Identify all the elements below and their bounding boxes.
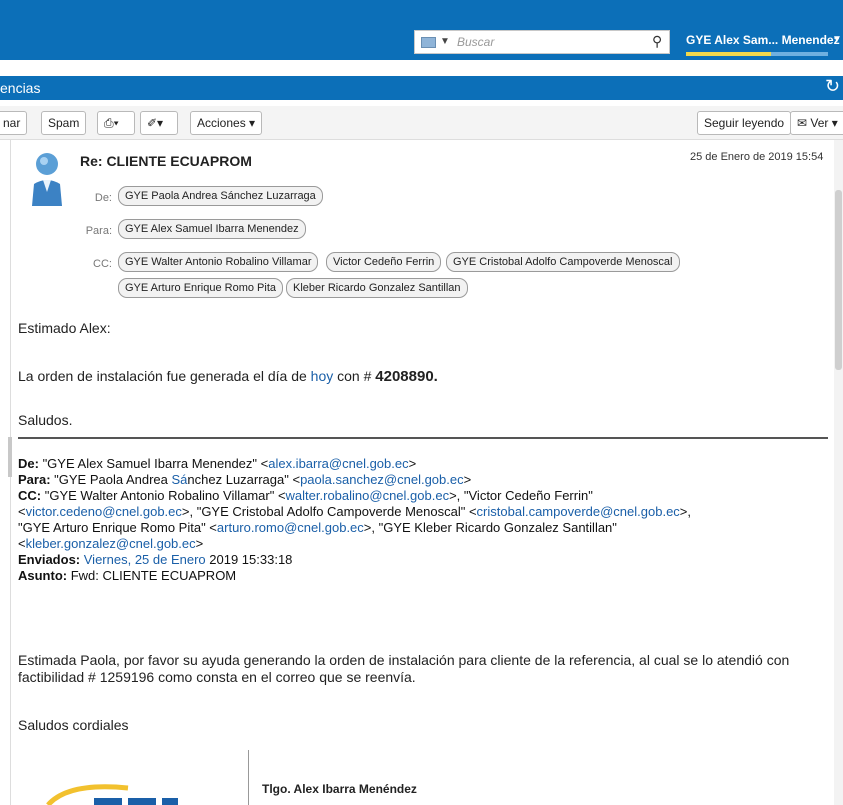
fwd-text: >	[195, 536, 204, 551]
tag-button[interactable]: ✐▾	[140, 111, 178, 135]
forwarded-closing: Saludos cordiales	[18, 717, 129, 733]
fwd-to-name: nchez Luzarraga" <	[187, 472, 301, 487]
print-button[interactable]: ⎙▾	[97, 111, 135, 135]
signature-name: Tlgo. Alex Ibarra Menéndez	[262, 782, 417, 796]
fwd-cc-line: CC: "GYE Walter Antonio Robalino Villama…	[18, 488, 834, 552]
body-greeting: Estimado Alex:	[18, 320, 111, 336]
date-link[interactable]: Viernes, 25 de Enero	[84, 552, 206, 567]
avatar	[32, 153, 62, 206]
email-link[interactable]: kleber.gonzalez@cnel.gob.ec	[26, 536, 196, 551]
seguir-leyendo-button[interactable]: Seguir leyendo	[697, 111, 792, 135]
fwd-cc-name: >, "GYE Cristobal Adolfo Campoverde Meno…	[181, 504, 477, 519]
folder-title: encias	[0, 80, 41, 96]
fwd-sent-label: Enviados:	[18, 552, 81, 567]
body-text: La orden de instalación fue generada el …	[18, 368, 311, 384]
email-link[interactable]: cristobal.campoverde@cnel.gob.ec	[477, 504, 680, 519]
fwd-text: >,	[679, 504, 692, 519]
fwd-text: <	[18, 504, 26, 519]
signature-divider	[248, 750, 249, 805]
fwd-text: >	[463, 472, 472, 487]
quota-fill	[686, 52, 772, 56]
cc-contact-pill[interactable]: Kleber Ricardo Gonzalez Santillan	[286, 278, 468, 298]
fwd-to-line: Para: "GYE Paola Andrea Sánchez Luzarrag…	[18, 472, 834, 488]
from-label: De:	[94, 192, 112, 204]
fwd-subject: Fwd: CLIENTE ECUAPROM	[67, 568, 237, 583]
email-link[interactable]: victor.cedeno@cnel.gob.ec	[26, 504, 182, 519]
refresh-icon[interactable]: ↻	[825, 76, 840, 97]
forwarded-body: Estimada Paola, por favor su ayuda gener…	[18, 652, 790, 685]
order-number: 4208890.	[375, 368, 438, 385]
message-subject: Re: CLIENTE ECUAPROM	[80, 153, 252, 169]
body-text: con #	[333, 368, 376, 384]
fwd-from-label: De:	[18, 456, 39, 471]
mail-envelope-icon[interactable]	[421, 37, 436, 48]
search-icon[interactable]: ⚲	[652, 33, 662, 50]
fwd-text: >	[408, 456, 417, 471]
search-box[interactable]: ▼ Buscar ⚲	[414, 30, 670, 54]
fwd-cc-name: "GYE Arturo Enrique Romo Pita" <	[18, 520, 217, 535]
date-link[interactable]: hoy	[311, 368, 334, 384]
message-date: 25 de Enero de 2019 15:54	[690, 151, 824, 163]
envelope-icon: ✉	[797, 116, 808, 130]
folder-bar: encias ↻	[0, 76, 843, 100]
forwarded-header: De: "GYE Alex Samuel Ibarra Menendez" <a…	[18, 456, 834, 584]
acciones-label: Acciones	[197, 116, 246, 130]
fwd-cc-label: CC:	[18, 488, 42, 503]
fwd-subject-label: Asunto:	[18, 568, 68, 583]
fwd-from-line: De: "GYE Alex Samuel Ibarra Menendez" <a…	[18, 456, 834, 472]
printer-icon: ⎙▾	[104, 116, 119, 130]
cc-contact-pill[interactable]: Victor Cedeño Ferrin	[326, 252, 442, 272]
body-closing: Saludos.	[18, 412, 73, 428]
cc-contact-pill[interactable]: GYE Arturo Enrique Romo Pita	[118, 278, 284, 298]
ver-label: Ver	[810, 116, 829, 130]
message-toolbar: nar Spam ⎙▾ ✐▾ Acciones ▾ Seguir leyendo…	[0, 106, 843, 140]
pane-resize-handle[interactable]	[8, 437, 12, 477]
user-menu[interactable]: GYE Alex Sam... Menendez	[686, 33, 840, 47]
fwd-to-label: Para:	[18, 472, 51, 487]
fwd-to-name: "GYE Paola Andrea	[50, 472, 172, 487]
fwd-from-name: "GYE Alex Samuel Ibarra Menendez" <	[38, 456, 269, 471]
email-link[interactable]: alex.ibarra@cnel.gob.ec	[268, 456, 408, 471]
email-link[interactable]: walter.robalino@cnel.gob.ec	[286, 488, 450, 503]
ver-button[interactable]: ✉ Ver ▾	[790, 111, 843, 135]
fwd-cc-name: >, "Victor Cedeño Ferrin"	[449, 488, 593, 503]
spam-button[interactable]: Spam	[41, 111, 87, 135]
forward-button[interactable]: nar	[0, 111, 28, 135]
email-link[interactable]: paola.sanchez@cnel.gob.ec	[300, 472, 464, 487]
search-input[interactable]: Buscar	[457, 35, 494, 49]
email-link[interactable]: arturo.romo@cnel.gob.ec	[217, 520, 364, 535]
company-logo	[46, 784, 178, 805]
cc-label: CC:	[93, 258, 112, 270]
fwd-cc-name: "GYE Walter Antonio Robalino Villamar" <	[41, 488, 286, 503]
scrollbar[interactable]	[834, 140, 843, 805]
fwd-sent-line: Enviados: Viernes, 25 de Enero 2019 15:3…	[18, 552, 834, 568]
quota-bar	[686, 52, 828, 56]
body-line: La orden de instalación fue generada el …	[18, 368, 438, 385]
chevron-down-icon[interactable]: ▼	[832, 34, 842, 45]
fwd-subject-line: Asunto: Fwd: CLIENTE ECUAPROM	[18, 568, 834, 584]
from-contact-pill[interactable]: GYE Paola Andrea Sánchez Luzarraga	[118, 186, 323, 206]
name-link[interactable]: Sá	[172, 472, 188, 487]
cc-contact-pill[interactable]: GYE Cristobal Adolfo Campoverde Menoscal	[446, 252, 680, 272]
to-contact-pill[interactable]: GYE Alex Samuel Ibarra Menendez	[118, 219, 306, 239]
fwd-cc-name: >, "GYE Kleber Ricardo Gonzalez Santilla…	[363, 520, 617, 535]
fwd-text: <	[18, 536, 26, 551]
chevron-down-icon: ▾	[249, 116, 256, 130]
tag-icon: ✐▾	[147, 116, 164, 130]
quote-divider	[18, 437, 828, 439]
chevron-down-icon[interactable]: ▼	[440, 36, 450, 47]
acciones-button[interactable]: Acciones ▾	[190, 111, 263, 135]
to-label: Para:	[85, 225, 112, 237]
cc-contact-pill[interactable]: GYE Walter Antonio Robalino Villamar	[118, 252, 319, 272]
fwd-sent-time: 2019 15:33:18	[205, 552, 293, 567]
scrollbar-thumb[interactable]	[835, 190, 842, 370]
